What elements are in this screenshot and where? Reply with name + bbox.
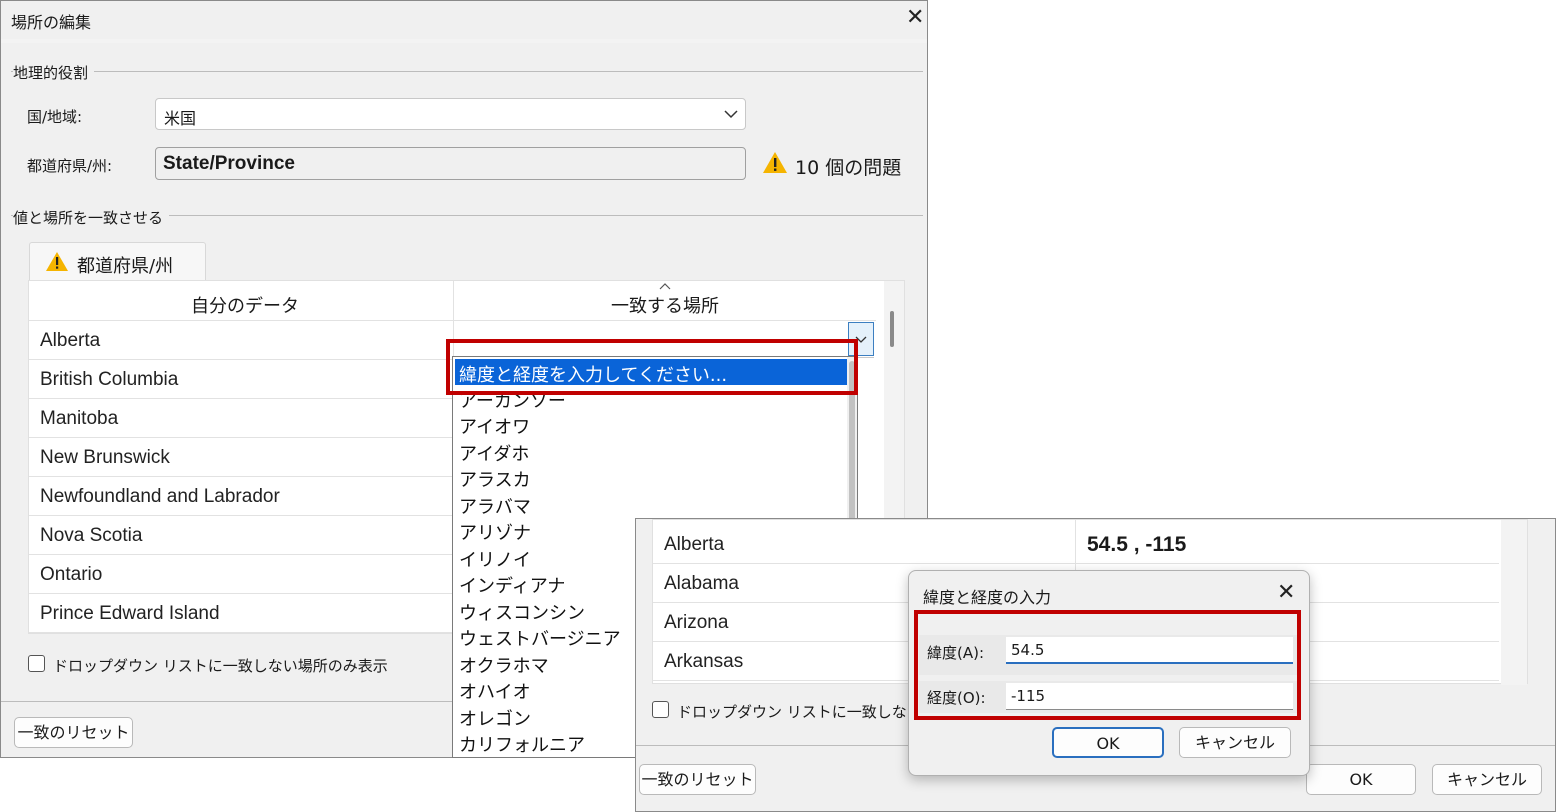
input-annotation: [914, 610, 1301, 720]
cancel-button[interactable]: キャンセル: [1179, 727, 1291, 758]
list-item[interactable]: アラスカ: [459, 466, 531, 492]
list-item[interactable]: オレゴン: [459, 705, 531, 731]
warning-icon: [763, 152, 787, 173]
row-label: Alberta: [664, 534, 725, 555]
row-label: Alberta: [40, 330, 101, 351]
list-item[interactable]: カリフォルニア: [459, 731, 585, 757]
list-item[interactable]: オハイオ: [459, 678, 531, 704]
row-value: 54.5 , -115: [1087, 533, 1187, 556]
checkbox-label: ドロップダウン リストに一致しない場所のみ表示: [53, 657, 388, 675]
dialog-title: 場所の編集: [11, 13, 92, 32]
list-item[interactable]: イリノイ: [459, 546, 531, 572]
scrollbar[interactable]: [1501, 520, 1527, 685]
only-unmatched-checkbox[interactable]: [652, 701, 669, 718]
scrollbar-thumb[interactable]: [890, 311, 894, 347]
title-divider: [1, 39, 927, 43]
list-item[interactable]: ウェストバージニア: [459, 625, 621, 651]
row-label: Prince Edward Island: [40, 603, 220, 624]
warning-icon: [46, 252, 68, 271]
chevron-down-icon: [724, 110, 738, 119]
column-header-label: 自分のデータ: [191, 296, 299, 317]
column-header-match[interactable]: 一致する場所: [454, 281, 876, 321]
country-value: 米国: [164, 109, 197, 128]
list-item[interactable]: アリゾナ: [459, 519, 531, 545]
checkbox-label: ドロップダウン リストに一致しない場: [677, 703, 937, 721]
row-label: Arkansas: [664, 651, 744, 672]
ok-button[interactable]: OK: [1306, 764, 1416, 795]
cancel-button[interactable]: キャンセル: [1432, 764, 1542, 795]
group-divider: [11, 71, 923, 72]
row-label: Alabama: [664, 573, 739, 594]
table-row[interactable]: New Brunswick: [29, 438, 453, 477]
match-group-label: 値と場所を一致させる: [13, 207, 170, 228]
only-unmatched-checkbox[interactable]: [28, 655, 45, 672]
close-icon[interactable]: ✕: [1277, 582, 1295, 604]
row-label: Nova Scotia: [40, 525, 143, 546]
row-label: Newfoundland and Labrador: [40, 486, 280, 507]
list-item[interactable]: アイオワ: [459, 413, 530, 439]
table-row[interactable]: Alberta 54.5 , -115: [653, 525, 1499, 564]
tab-state[interactable]: 都道府県/州: [29, 242, 206, 281]
list-item[interactable]: ウィスコンシン: [459, 599, 585, 625]
list-item[interactable]: アイダホ: [459, 440, 529, 466]
row-label: Arizona: [664, 612, 729, 633]
row-label: British Columbia: [40, 369, 179, 390]
table-row[interactable]: Alberta: [29, 321, 453, 360]
state-field[interactable]: State/Province: [155, 147, 746, 180]
column-header-label: 一致する場所: [611, 296, 719, 317]
list-item[interactable]: アラバマ: [459, 493, 531, 519]
geo-group-label: 地理的役割: [13, 62, 95, 83]
row-label: New Brunswick: [40, 447, 170, 468]
table-row[interactable]: British Columbia: [29, 360, 453, 399]
table-row[interactable]: Prince Edward Island: [29, 594, 453, 633]
highlight-annotation: [446, 339, 858, 395]
mydata-list: Alberta British Columbia Manitoba New Br…: [29, 321, 453, 633]
table-row[interactable]: Nova Scotia: [29, 516, 453, 555]
list-item[interactable]: インディアナ: [459, 572, 565, 598]
country-select[interactable]: 米国: [155, 98, 746, 130]
row-label: Manitoba: [40, 408, 119, 429]
dialog-title: 緯度と経度の入力: [923, 588, 1052, 607]
list-item[interactable]: オクラホマ: [459, 652, 549, 678]
table-row[interactable]: Ontario: [29, 555, 453, 594]
reset-match-button[interactable]: 一致のリセット: [639, 764, 756, 795]
table-row[interactable]: Newfoundland and Labrador: [29, 477, 453, 516]
sort-up-icon: [659, 283, 671, 290]
state-label: 都道府県/州:: [27, 157, 113, 175]
issues-text[interactable]: 10 個の問題: [795, 153, 901, 180]
close-icon[interactable]: ✕: [906, 7, 924, 29]
reset-match-button[interactable]: 一致のリセット: [14, 717, 133, 748]
country-label: 国/地域:: [27, 108, 83, 126]
table-row[interactable]: Manitoba: [29, 399, 453, 438]
tab-label: 都道府県/州: [77, 256, 174, 277]
state-value: State/Province: [163, 153, 295, 174]
column-header-mydata[interactable]: 自分のデータ: [29, 281, 453, 321]
ok-button[interactable]: OK: [1052, 727, 1164, 758]
row-label: Ontario: [40, 564, 103, 585]
